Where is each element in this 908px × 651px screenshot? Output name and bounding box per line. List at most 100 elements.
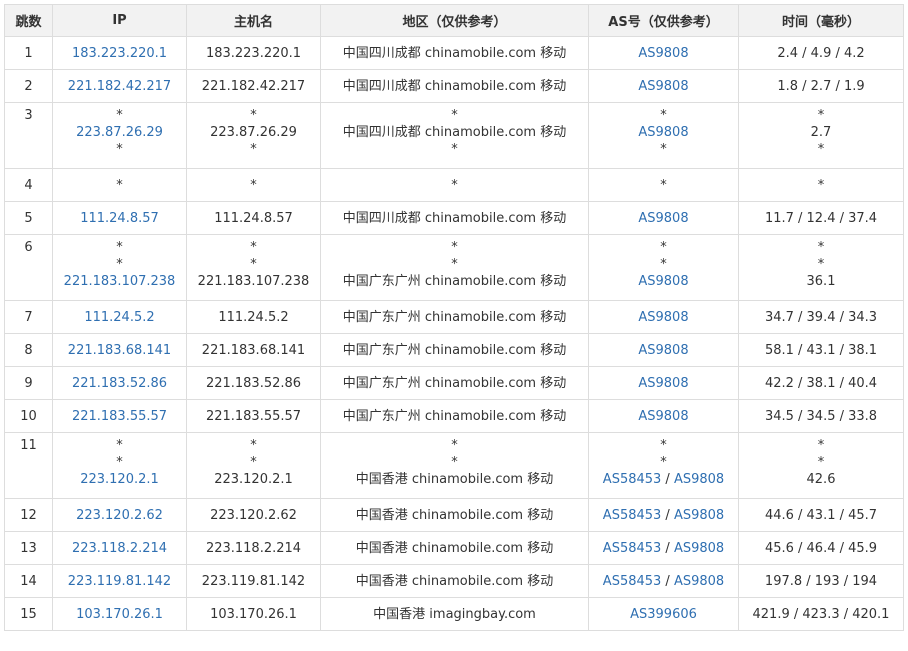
cell-ip: * 223.87.26.29 * [52,102,187,169]
as-link[interactable]: AS58453 [603,574,662,589]
cell-region-line: 中国广东广州 chinamobile.com 移动 [342,309,567,325]
as-link[interactable]: AS9808 [674,574,724,589]
cell-ip-line[interactable]: 221.183.55.57 [57,408,182,425]
cell-ip-line[interactable]: 221.183.107.238 [57,273,182,290]
cell-as-line: AS9808 [593,210,734,227]
cell-ip-line[interactable]: 111.24.5.2 [57,309,182,326]
as-link[interactable]: AS9808 [638,376,688,391]
as-link[interactable]: AS399606 [630,607,697,622]
as-link[interactable]: AS9808 [638,274,688,289]
cell-region-line: 中国香港 imagingbay.com [373,606,536,622]
cell-as: AS9808 [588,201,739,235]
table-row: 13 223.118.2.214 223.118.2.214 中国香港 chinamo… [4,531,904,565]
cell-region: 中国四川成都 chinamobile.com 移动 [320,36,589,70]
cell-region: 中国广东广州 chinamobile.com 移动 [320,399,589,433]
table-row: 2 221.182.42.217 221.182.42.217 中国四川成都 chin… [4,69,904,103]
table-row: 7 111.24.5.2 111.24.5.2 中国广东广州 chinamobile.… [4,300,904,334]
cell-time: 34.5 / 34.5 / 33.8 [738,399,904,433]
cell-time-line: 58.1 / 43.1 / 38.1 [764,342,878,358]
cell-ip-line[interactable]: 221.183.68.141 [57,342,182,359]
cell-as: AS9808 [588,300,739,334]
cell-ip-line[interactable]: 183.223.220.1 [57,45,182,62]
cell-ip: 223.120.2.62 [52,498,187,532]
as-link[interactable]: AS9808 [674,508,724,523]
cell-hostname-line: 221.183.52.86 [205,375,302,391]
cell-region-line: 中国香港 chinamobile.com 移动 [355,573,554,589]
cell-time: * * 42.6 [738,432,904,499]
cell-as-line: * [593,141,734,158]
cell-time: * * 36.1 [738,234,904,301]
cell-region-line: * [451,177,458,193]
cell-hop: 7 [4,300,53,334]
as-link[interactable]: AS9808 [674,472,724,487]
as-link[interactable]: AS9808 [674,541,724,556]
cell-time-line: 197.8 / 193 / 194 [764,573,878,589]
cell-hostname: 221.183.55.57 [186,399,321,433]
cell-ip-line[interactable]: 223.118.2.214 [57,540,182,557]
cell-ip-line[interactable]: 223.119.81.142 [57,573,182,590]
cell-hostname: 223.120.2.62 [186,498,321,532]
cell-as: AS9808 [588,69,739,103]
as-link[interactable]: AS9808 [638,46,688,61]
cell-hostname-line: * [250,177,257,193]
as-link[interactable]: AS58453 [603,541,662,556]
cell-ip-line[interactable]: 223.120.2.62 [57,507,182,524]
table-row: 4 * * * * * [4,168,904,202]
cell-hostname-line: 223.120.2.1 [214,472,293,487]
cell-as: * * AS9808 [588,234,739,301]
cell-hostname-line: 221.183.55.57 [205,408,302,424]
table-row: 5 111.24.8.57 111.24.8.57 中国四川成都 chinamobil… [4,201,904,235]
cell-ip-line[interactable]: 223.120.2.1 [57,471,182,488]
cell-ip-line[interactable]: 223.87.26.29 [57,124,182,141]
header-time: 时间（毫秒） [738,4,904,37]
cell-hop: 9 [4,366,53,400]
as-link[interactable]: AS58453 [603,508,662,523]
cell-as-line: AS58453 / AS9808 [593,573,734,590]
cell-time-line: 45.6 / 46.4 / 45.9 [764,540,878,556]
cell-as-line: AS9808 [593,375,734,392]
cell-ip: 111.24.5.2 [52,300,187,334]
cell-time: 197.8 / 193 / 194 [738,564,904,598]
cell-ip: 221.183.68.141 [52,333,187,367]
cell-region-line: 中国广东广州 chinamobile.com 移动 [342,375,567,391]
cell-hop: 3 [4,102,53,169]
table-row: 1 183.223.220.1 183.223.220.1 中国四川成都 chinam… [4,36,904,70]
traceroute-table: 跳数 IP 主机名 地区（仅供参考） AS号（仅供参考） 时间（毫秒） 1 183… [4,4,904,631]
cell-region-line: * [451,108,458,123]
cell-ip-line[interactable]: 221.182.42.217 [57,78,182,95]
cell-ip-line[interactable]: 221.183.52.86 [57,375,182,392]
cell-ip: 183.223.220.1 [52,36,187,70]
header-ip: IP [52,4,187,37]
as-link[interactable]: AS9808 [638,211,688,226]
cell-ip-line[interactable]: 111.24.8.57 [57,210,182,227]
cell-hostname: 223.119.81.142 [186,564,321,598]
cell-ip-line: * [116,438,123,453]
cell-time-line: * [817,108,825,123]
cell-hostname: 111.24.8.57 [186,201,321,235]
as-link[interactable]: AS9808 [638,409,688,424]
as-link[interactable]: AS9808 [638,125,688,140]
cell-time-line: 34.5 / 34.5 / 33.8 [764,408,878,424]
as-link[interactable]: AS9808 [638,310,688,325]
cell-as: * [588,168,739,202]
cell-time-line: 2.7 [810,125,832,140]
cell-time-line: 11.7 / 12.4 / 37.4 [764,210,878,226]
cell-as: AS58453 / AS9808 [588,498,739,532]
as-link[interactable]: AS9808 [638,79,688,94]
table-row: 6 * * 221.183.107.238 * * 221.183.107.238 * * 中国广… [4,234,904,301]
cell-region-line: 中国广东广州 chinamobile.com 移动 [342,342,567,358]
cell-region: 中国广东广州 chinamobile.com 移动 [320,366,589,400]
cell-as: * * AS58453 / AS9808 [588,432,739,499]
cell-as-line: * [593,107,734,124]
cell-as-line: * [593,256,734,273]
cell-as-line: * [593,454,734,471]
as-link[interactable]: AS58453 [603,472,662,487]
as-link[interactable]: AS9808 [638,343,688,358]
cell-time-line: 42.6 [806,472,836,487]
as-placeholder: * [660,438,667,453]
cell-region: * * 中国香港 chinamobile.com 移动 [320,432,589,499]
cell-region: 中国四川成都 chinamobile.com 移动 [320,69,589,103]
cell-hop: 15 [4,597,53,631]
cell-time: 1.8 / 2.7 / 1.9 [738,69,904,103]
cell-ip-line[interactable]: 103.170.26.1 [57,606,182,623]
